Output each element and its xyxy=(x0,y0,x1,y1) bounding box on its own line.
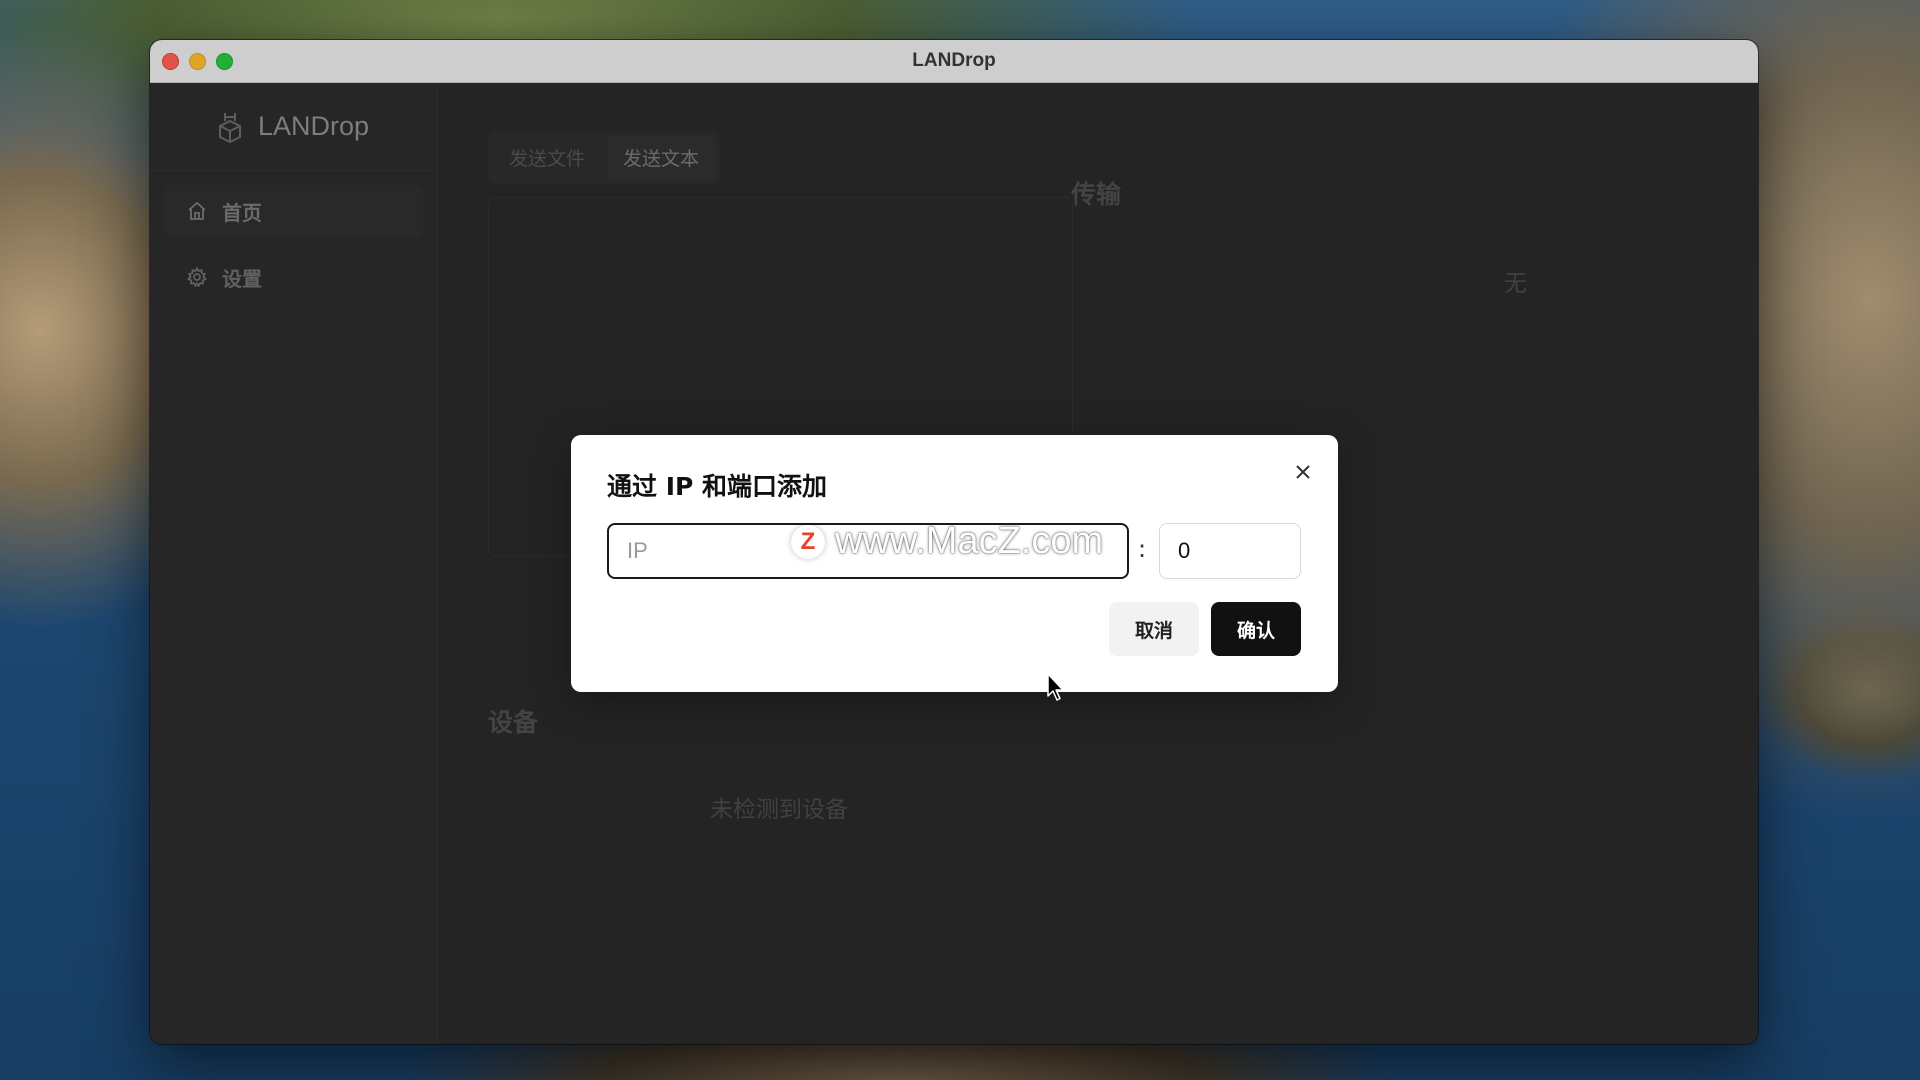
cancel-button[interactable]: 取消 xyxy=(1109,602,1199,656)
close-icon xyxy=(1294,463,1312,485)
ip-port-separator: : xyxy=(1138,535,1147,563)
ip-input[interactable] xyxy=(607,523,1129,579)
mouse-pointer-icon xyxy=(1046,672,1066,706)
port-input[interactable] xyxy=(1159,523,1301,579)
dialog-close-button[interactable] xyxy=(1290,461,1316,487)
confirm-button[interactable]: 确认 xyxy=(1211,602,1301,656)
dialog-title: 通过 IP 和端口添加 xyxy=(607,472,828,501)
add-by-ip-dialog: 通过 IP 和端口添加 : 取消 确认 xyxy=(571,435,1338,692)
